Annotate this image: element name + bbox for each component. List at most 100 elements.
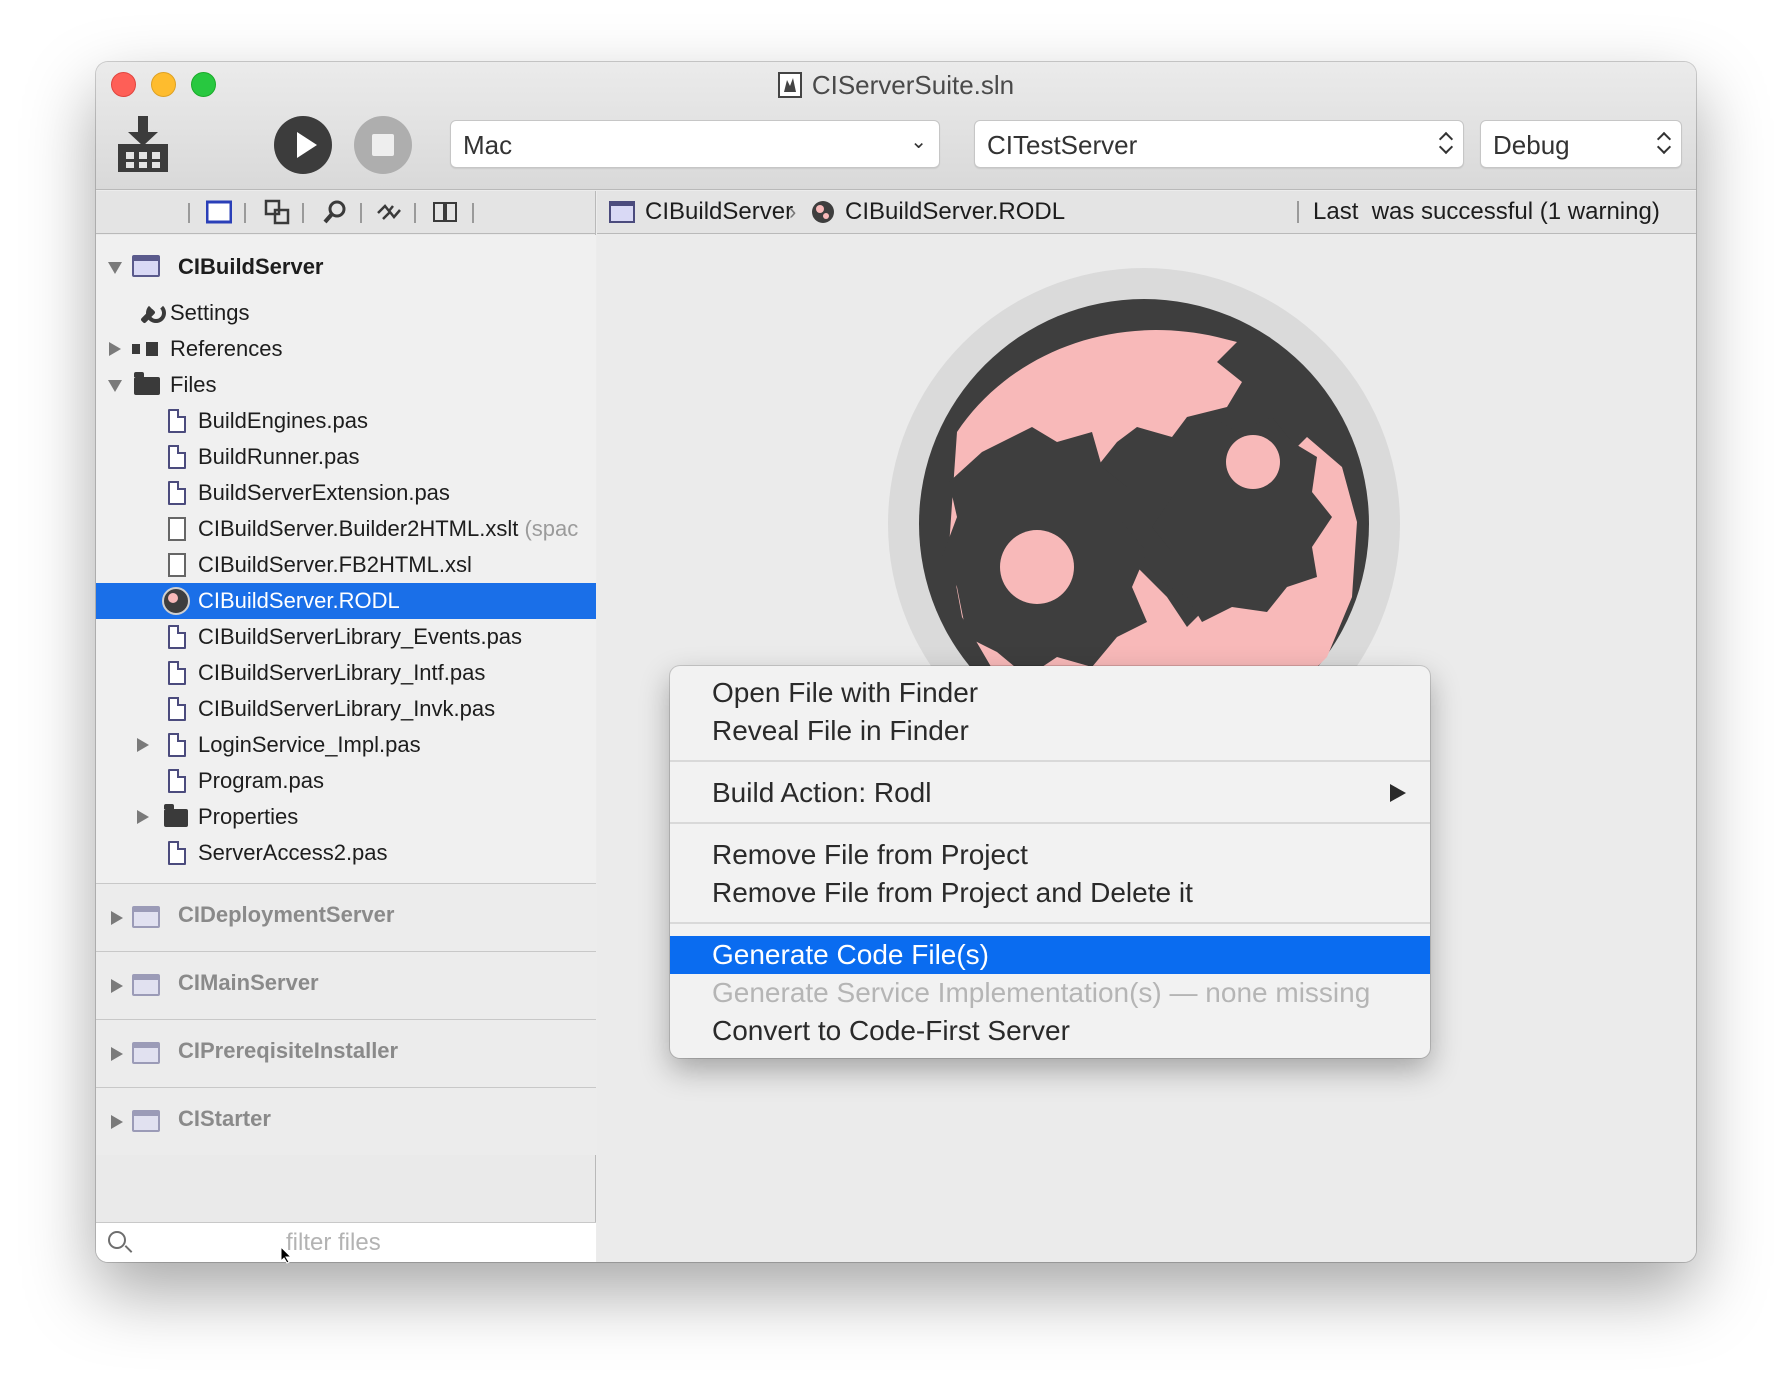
tree-item-file[interactable]: BuildRunner.pas: [96, 439, 596, 475]
configuration-select[interactable]: Debug: [1480, 120, 1682, 168]
project-group-row[interactable]: CIStarter: [96, 1087, 596, 1155]
filter-bar: [96, 1222, 596, 1262]
source-file-icon: [168, 409, 186, 433]
source-file-icon: [168, 841, 186, 865]
run-button[interactable]: [274, 116, 332, 174]
project-icon: [132, 974, 160, 996]
build-status: Last was successful (1 warning): [1313, 198, 1660, 225]
xml-file-icon: [168, 553, 186, 577]
menu-item-convert-code-first[interactable]: Convert to Code-First Server: [670, 1012, 1430, 1050]
tree-item-label: CIBuildServerLibrary_Invk.pas: [198, 696, 496, 721]
project-group-row[interactable]: CIMainServer: [96, 951, 596, 1019]
rodl-file-icon: [162, 587, 190, 615]
tree-item-file[interactable]: CIBuildServerLibrary_Events.pas: [96, 619, 596, 655]
folder-icon: [164, 804, 188, 827]
navigator-tabs: [96, 191, 595, 234]
project-group-row[interactable]: CIDeploymentServer: [96, 883, 596, 951]
search-icon: [108, 1231, 126, 1249]
project-group-row[interactable]: CIPrereqisiteInstaller: [96, 1019, 596, 1087]
file-tree: CIBuildServer Settings References Files …: [96, 235, 596, 883]
deploy-icon[interactable]: [114, 114, 172, 174]
menu-item-build-action[interactable]: Build Action: Rodl: [670, 774, 1430, 812]
menu-item-remove-file[interactable]: Remove File from Project: [670, 836, 1430, 874]
tab-separator: [360, 203, 362, 223]
folder-open-icon: [134, 372, 160, 395]
book-tab-icon[interactable]: [432, 199, 458, 225]
project-group-label: CIDeploymentServer: [178, 902, 395, 927]
solution-navigator: CIBuildServer Settings References Files …: [96, 191, 596, 1262]
tree-item-file[interactable]: ServerAccess2.pas: [96, 835, 596, 871]
status-separator: [1297, 201, 1299, 223]
breadcrumb-chevron-icon: ›: [789, 199, 797, 224]
ide-window: CIServerSuite.sln Mac ⌄ CITestServer Deb…: [96, 62, 1696, 1262]
chevron-down-icon: ⌄: [910, 131, 927, 153]
menu-item-generate-code-files[interactable]: Generate Code File(s): [670, 936, 1430, 974]
tab-separator: [414, 203, 416, 223]
tree-item-folder[interactable]: Properties: [96, 799, 596, 835]
tree-item-label: BuildServerExtension.pas: [198, 480, 450, 505]
project-icon: [132, 906, 160, 928]
project-tab-icon[interactable]: [206, 199, 232, 225]
tree-item-label: CIBuildServerLibrary_Intf.pas: [198, 660, 486, 685]
up-down-chevron-icon: [1657, 125, 1671, 161]
disclosure-closed-icon[interactable]: [134, 799, 150, 835]
disclosure-closed-icon[interactable]: [134, 727, 150, 763]
tree-item-file[interactable]: CIBuildServerLibrary_Invk.pas: [96, 691, 596, 727]
source-file-icon: [168, 445, 186, 469]
tree-item-label: References: [170, 336, 283, 361]
tree-item-label: Files: [170, 372, 217, 397]
tree-item-label: LoginService_Impl.pas: [198, 732, 421, 757]
title-toolbar: CIServerSuite.sln Mac ⌄ CITestServer Deb…: [96, 62, 1696, 190]
tree-item-label: CIBuildServer.Builder2HTML.xslt: [198, 516, 519, 541]
hierarchy-tab-icon[interactable]: [264, 199, 290, 225]
disclosure-closed-icon[interactable]: [108, 1104, 124, 1140]
references-icon: [132, 342, 160, 356]
tree-item-file-selected[interactable]: CIBuildServer.RODL: [96, 583, 596, 619]
tree-item-files[interactable]: Files: [96, 367, 596, 403]
menu-separator: [670, 822, 1430, 824]
project-row[interactable]: CIBuildServer: [96, 249, 596, 285]
xml-file-icon: [168, 517, 186, 541]
tree-item-file[interactable]: CIBuildServer.FB2HTML.xsl: [96, 547, 596, 583]
source-file-icon: [168, 697, 186, 721]
tree-item-file[interactable]: Program.pas: [96, 763, 596, 799]
disclosure-closed-icon[interactable]: [106, 331, 122, 367]
tree-item-file[interactable]: LoginService_Impl.pas: [96, 727, 596, 763]
search-tab-icon[interactable]: [322, 199, 348, 225]
project-label: CIBuildServer: [178, 254, 324, 279]
issues-tab-icon[interactable]: [376, 199, 402, 225]
tree-item-file[interactable]: CIBuildServer.Builder2HTML.xslt (spac: [96, 511, 596, 547]
platform-value: Mac: [463, 130, 513, 160]
menu-item-generate-service-impl: Generate Service Implementation(s) — non…: [712, 977, 1371, 1008]
platform-select[interactable]: Mac ⌄: [450, 120, 940, 168]
rodl-file-icon: [812, 201, 834, 223]
tree-item-references[interactable]: References: [96, 331, 596, 367]
menu-item-reveal-in-finder[interactable]: Reveal File in Finder: [670, 712, 1430, 750]
tree-item-label: Properties: [198, 804, 299, 829]
tree-item-settings[interactable]: Settings: [96, 295, 596, 331]
filter-files-input[interactable]: [136, 1227, 576, 1259]
stop-button[interactable]: [354, 116, 412, 174]
disclosure-closed-icon[interactable]: [108, 1036, 124, 1072]
tree-item-file[interactable]: CIBuildServerLibrary_Intf.pas: [96, 655, 596, 691]
source-file-icon: [168, 661, 186, 685]
disclosure-closed-icon[interactable]: [108, 900, 124, 936]
target-select[interactable]: CITestServer: [974, 120, 1464, 168]
tree-item-label: ServerAccess2.pas: [198, 840, 388, 865]
source-file-icon: [168, 481, 186, 505]
breadcrumb-file[interactable]: CIBuildServer.RODL: [845, 191, 1065, 233]
disclosure-closed-icon[interactable]: [108, 968, 124, 1004]
disclosure-open-icon[interactable]: [106, 249, 122, 285]
tree-item-file[interactable]: BuildServerExtension.pas: [96, 475, 596, 511]
tree-item-label: BuildRunner.pas: [198, 444, 360, 469]
menu-item-remove-and-delete[interactable]: Remove File from Project and Delete it: [670, 874, 1430, 912]
disclosure-open-icon[interactable]: [106, 367, 122, 403]
tree-item-file[interactable]: BuildEngines.pas: [96, 403, 596, 439]
tree-item-label: CIBuildServer.FB2HTML.xsl: [198, 552, 472, 577]
menu-item-open-with-finder[interactable]: Open File with Finder: [670, 674, 1430, 712]
breadcrumb-project[interactable]: CIBuildServer: [645, 191, 793, 233]
tab-separator: [472, 203, 474, 223]
window-title: CIServerSuite.sln: [96, 70, 1696, 101]
mouse-cursor-icon: [280, 1246, 292, 1264]
tree-item-label: Program.pas: [198, 768, 324, 793]
